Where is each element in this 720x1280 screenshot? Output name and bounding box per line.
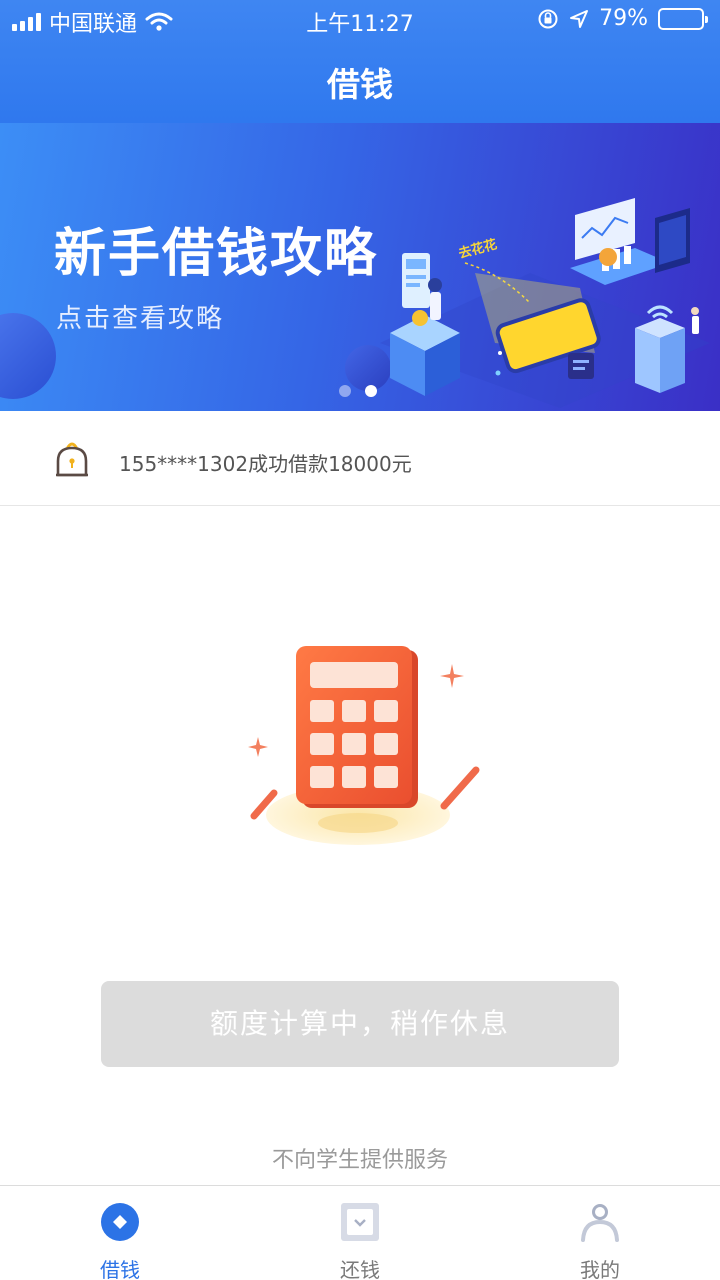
carousel-indicator [339, 385, 377, 397]
calculator-icon [248, 646, 480, 845]
banner-illustration: 去花花 [380, 198, 710, 408]
svg-text:去花花: 去花花 [457, 236, 499, 262]
borrow-icon [101, 1203, 139, 1241]
location-icon [570, 9, 589, 28]
lock-bell-icon [56, 442, 88, 477]
loan-notice: 155****1302成功借款18000元 [0, 411, 720, 506]
banner-headline: 新手借钱攻略 [54, 224, 379, 284]
tab-bar: 借钱 还钱 我的 [0, 1185, 720, 1280]
carousel-dot-active[interactable] [365, 385, 377, 397]
repay-icon [341, 1203, 379, 1241]
tab-label: 还钱 [340, 1258, 380, 1280]
tab-label: 借钱 [100, 1258, 140, 1280]
page-title: 借钱 [327, 65, 393, 104]
profile-icon [581, 1204, 619, 1242]
borrow-page: 中国联通 上午11:27 79% 借钱 新手借钱攻略 点击查看攻略 去花花 15… [0, 0, 720, 1280]
student-disclaimer: 不向学生提供服务 [271, 1148, 448, 1173]
rotation-lock-icon [538, 9, 558, 28]
status-bar: 中国联通 上午11:27 79% [0, 0, 720, 40]
tab-profile[interactable]: 我的 [480, 1186, 720, 1280]
calculating-limit-button[interactable]: 额度计算中，稍作休息 [101, 981, 619, 1067]
tab-label: 我的 [580, 1258, 620, 1280]
tab-borrow[interactable]: 借钱 [0, 1186, 240, 1280]
notice-text: 155****1302成功借款18000元 [119, 452, 412, 476]
banner-subtitle: 点击查看攻略 [56, 304, 225, 334]
carousel-dot[interactable] [339, 385, 351, 397]
header: 中国联通 上午11:27 79% 借钱 [0, 0, 720, 123]
decor-circle [0, 313, 56, 399]
guide-banner[interactable]: 新手借钱攻略 点击查看攻略 去花花 [0, 123, 720, 411]
battery-icon [658, 7, 708, 30]
battery-percent: 79% [599, 6, 648, 31]
tab-repay[interactable]: 还钱 [240, 1186, 480, 1280]
